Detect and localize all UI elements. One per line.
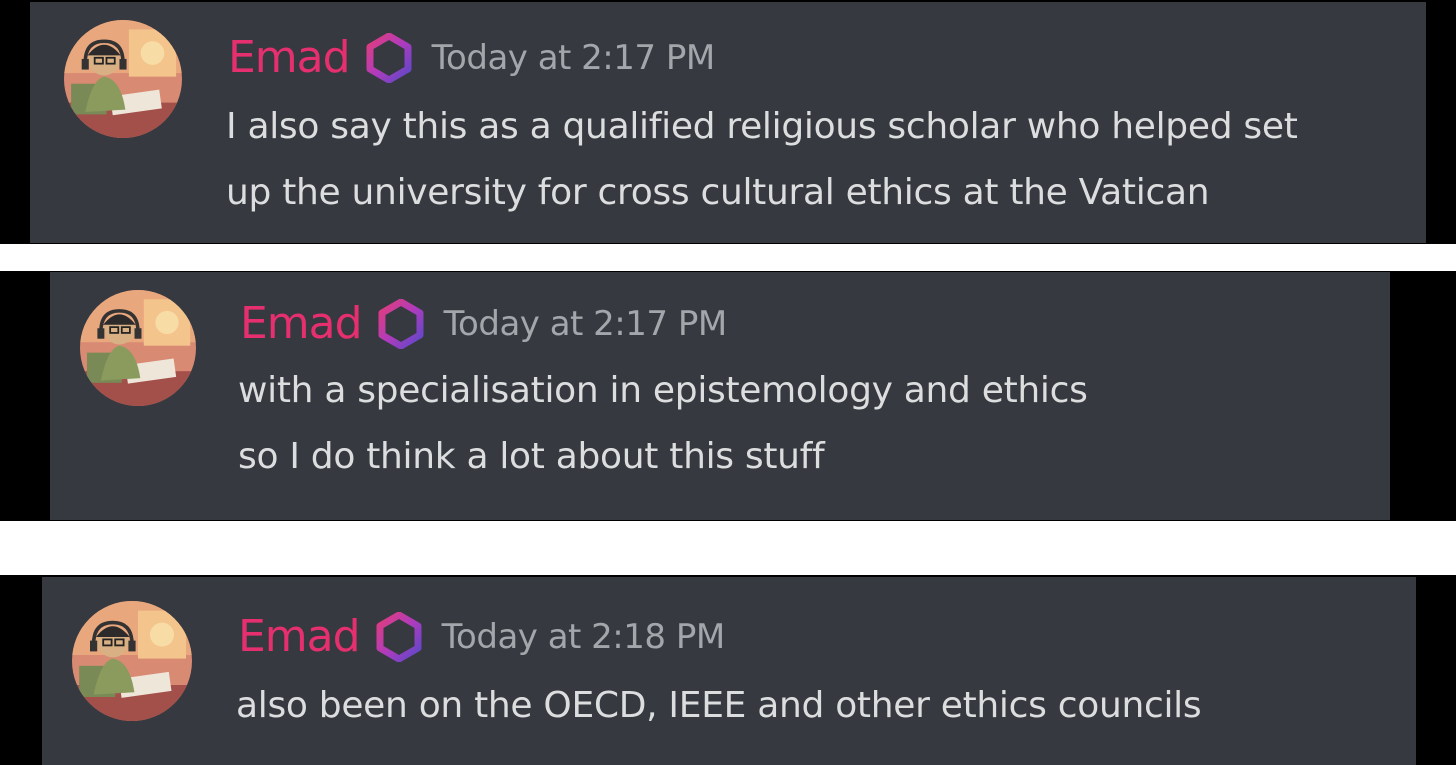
- message-header: Emad Today at 2:17 PM: [228, 30, 715, 86]
- hexagon-badge-icon[interactable]: [374, 612, 424, 662]
- username[interactable]: Emad: [228, 36, 351, 80]
- message-panel-3: Emad Today at 2:18 PM also been on the O…: [42, 577, 1416, 765]
- message-line: up the university for cross cultural eth…: [226, 172, 1210, 213]
- hexagon-badge-icon[interactable]: [376, 299, 426, 349]
- message-panel-1: Emad Today at 2:17 PM I also say this as…: [30, 2, 1426, 243]
- message-body: with a specialisation in epistemology an…: [238, 358, 1088, 490]
- message-header: Emad Today at 2:17 PM: [240, 296, 727, 352]
- avatar-image: [64, 20, 182, 138]
- username[interactable]: Emad: [240, 302, 363, 346]
- username[interactable]: Emad: [238, 615, 361, 659]
- avatar[interactable]: [72, 601, 192, 721]
- message-body: I also say this as a qualified religious…: [226, 94, 1298, 226]
- timestamp: Today at 2:18 PM: [441, 617, 726, 657]
- avatar[interactable]: [80, 290, 196, 406]
- message-header: Emad Today at 2:18 PM: [238, 609, 725, 665]
- message-line: with a specialisation in epistemology an…: [238, 370, 1088, 411]
- message-line: I also say this as a qualified religious…: [226, 106, 1298, 147]
- timestamp: Today at 2:17 PM: [443, 304, 728, 344]
- avatar[interactable]: [64, 20, 182, 138]
- avatar-image: [80, 290, 196, 406]
- message-panel-2: Emad Today at 2:17 PM with a specialisat…: [50, 272, 1390, 520]
- timestamp: Today at 2:17 PM: [431, 38, 716, 78]
- message-line: also been on the OECD, IEEE and other et…: [236, 685, 1202, 726]
- hexagon-badge-icon[interactable]: [364, 33, 414, 83]
- message-line: so I do think a lot about this stuff: [238, 436, 825, 477]
- message-body: also been on the OECD, IEEE and other et…: [236, 673, 1202, 739]
- avatar-image: [72, 601, 192, 721]
